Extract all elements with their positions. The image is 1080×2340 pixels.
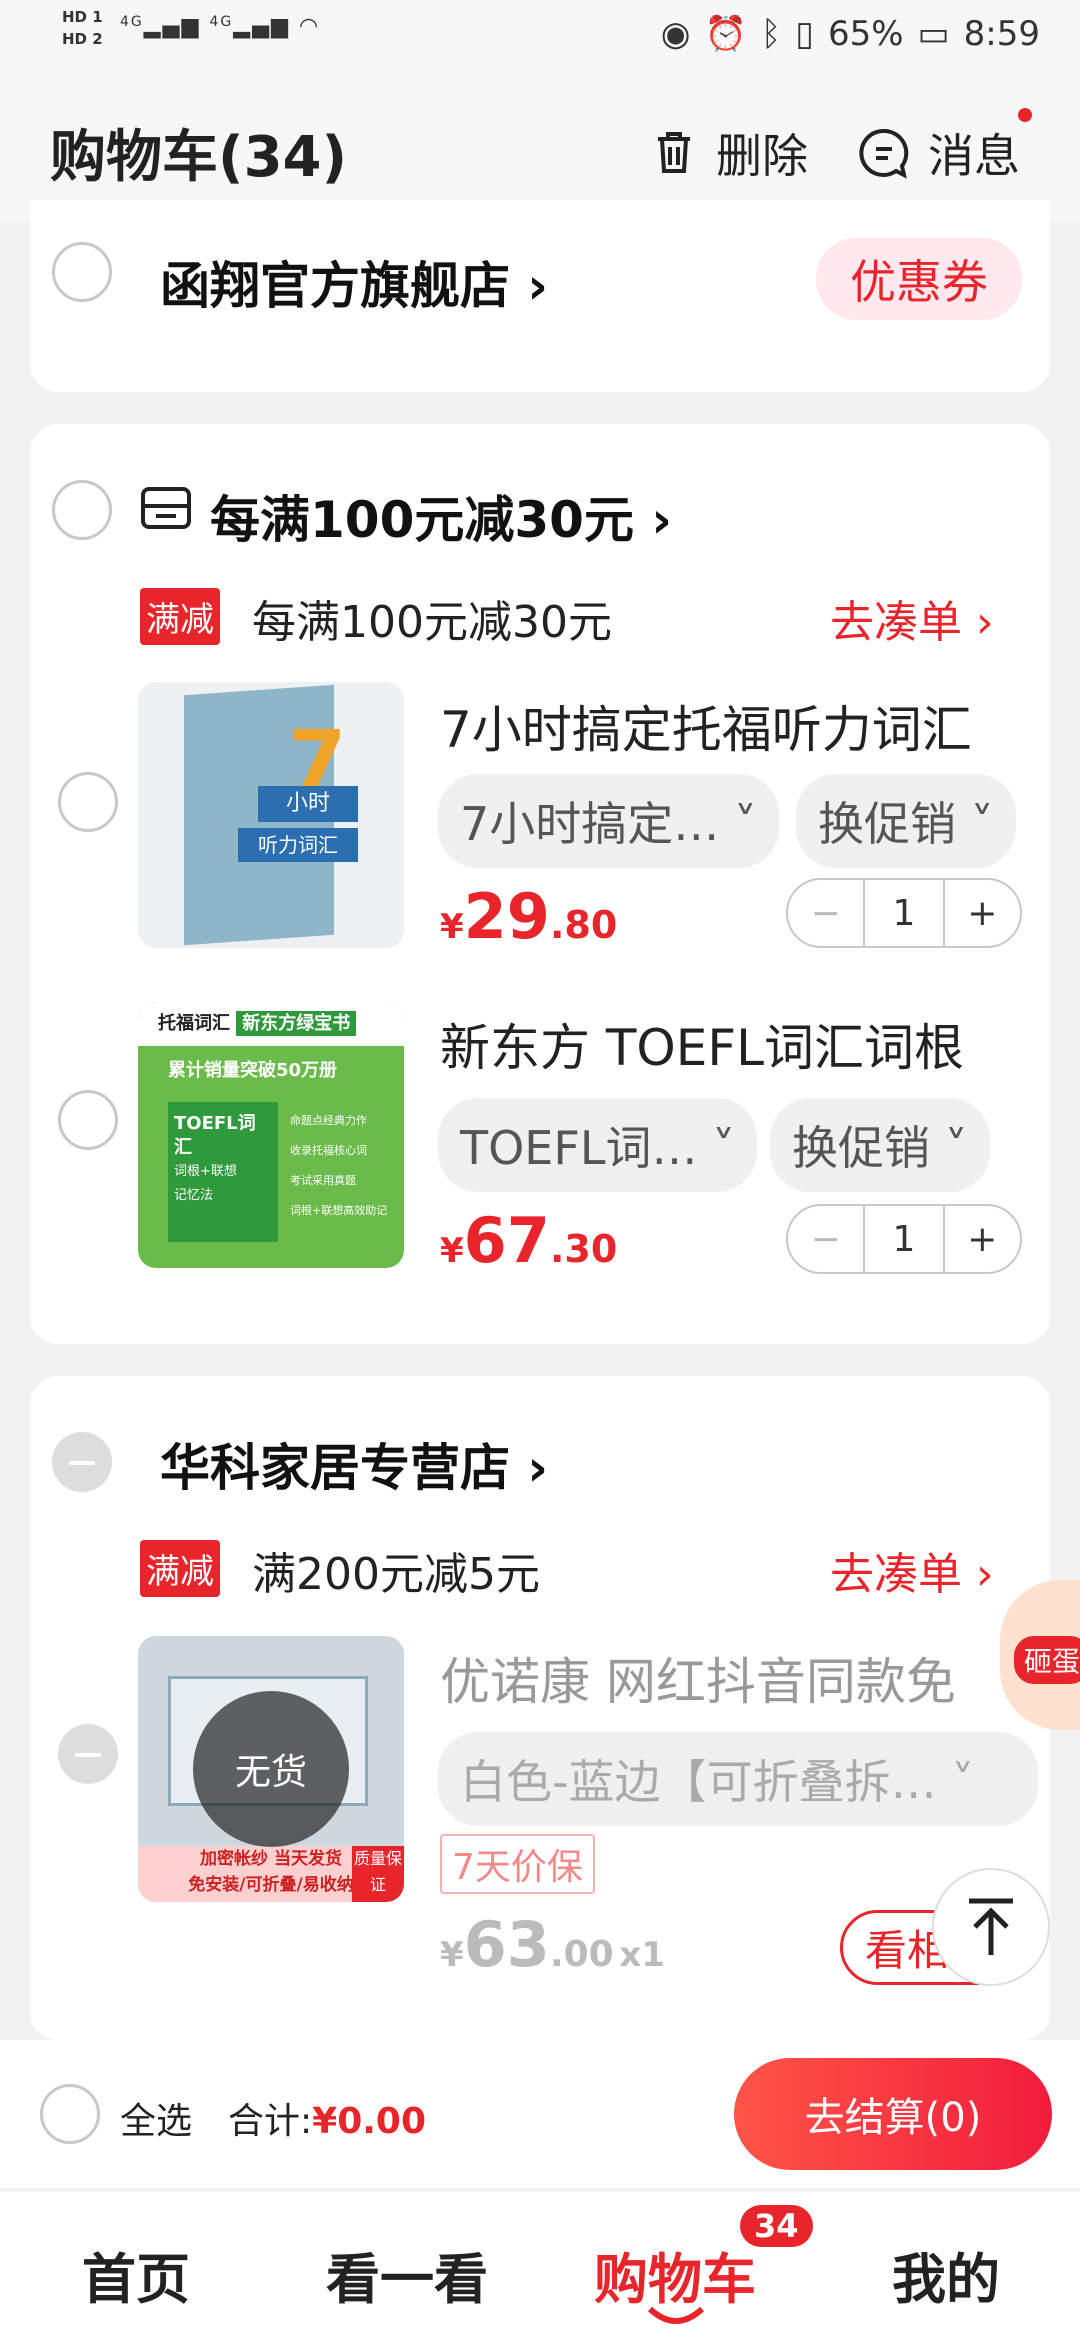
item3-price: ¥63.00 x1 [440,1908,665,1981]
item1-qty-stepper: − 1 + [786,878,1022,948]
battery-icon: ▭ [917,14,950,54]
item3-title[interactable]: 优诺康 网红抖音同款免 [440,1642,1020,1714]
promo-group-card: 每满100元减30元 › 满减 每满100元减30元 去凑单 › 7 小时 听力… [30,424,1050,1344]
status-bar: HD 1 HD 2 4G▂▄▆ 4G▂▄▆ ◠ ◉ ⏰ ᛒ ▯ 65% ▭ 8:5… [0,0,1080,72]
tab-cart[interactable]: 购物车 [594,2235,756,2314]
item2-switch-promo[interactable]: 换促销 ˅ [770,1098,990,1192]
delete-button[interactable]: 删除 [650,120,808,186]
battery-percent: 65% [827,14,904,54]
coupon-button[interactable]: 优惠券 [816,238,1022,320]
qty-value[interactable]: 1 [865,880,942,946]
alarm-icon: ⏰ [704,14,747,54]
vibrate-icon: ▯ [795,14,814,54]
tab-profile[interactable]: 我的 [892,2235,1000,2314]
shop1-name[interactable]: 函翔官方旗舰店 › [160,246,548,318]
item1-title[interactable]: 7小时搞定托福听力词汇 [440,690,1040,762]
shop-card-2: 华科家居专营店 › 满减 满200元减5元 去凑单 › 加密帐纱 当天发货 免安装… [30,1376,1050,2040]
item2-sku-select[interactable]: TOEFL词… ˅ [438,1098,758,1192]
clock: 8:59 [963,14,1040,54]
item3-checkbox-disabled [58,1724,118,1784]
shop2-checkbox-disabled [52,1432,112,1492]
go-add-link[interactable]: 去凑单 › [830,1538,994,1602]
item3-image[interactable]: 加密帐纱 当天发货 免安装/可折叠/易收纳 质量保证 无货 [138,1636,404,1902]
tab-home[interactable]: 首页 [82,2235,190,2314]
bluetooth-icon: ᛒ [760,14,782,54]
item2-title[interactable]: 新东方 TOEFL词汇词根 [440,1008,1040,1080]
total: 合计:¥0.00 [228,2101,427,2142]
item2-price: ¥67.30 [440,1204,618,1277]
item2-image[interactable]: 托福词汇 新东方绿宝书 累计销量突破50万册 TOEFL词汇 词根+联想 记忆法… [138,1002,404,1268]
decrement-button[interactable]: − [788,880,866,946]
cart-count-badge: 34 [740,2205,813,2247]
qty-value[interactable]: 1 [865,1206,942,1272]
promo-text: 每满100元减30元 [252,597,612,648]
tab-discover[interactable]: 看一看 [326,2235,488,2314]
arrow-up-icon [969,1898,1013,1955]
checkout-bar: 全选 合计:¥0.00 去结算(0) [0,2040,1080,2188]
shop2-name[interactable]: 华科家居专营店 › [160,1428,548,1500]
shop-card-1: 函翔官方旗舰店 › 优惠券 [30,200,1050,392]
increment-button[interactable]: + [942,880,1020,946]
go-add-link[interactable]: 去凑单 › [830,586,994,650]
promo-icon [141,487,191,529]
message-button[interactable]: 消息 [858,120,1020,186]
item1-price: ¥29.80 [440,880,618,953]
discount-tag: 满减 [140,588,220,645]
promo-title[interactable]: 每满100元减30元 › [210,480,672,552]
select-all-checkbox[interactable] [40,2084,100,2144]
trash-icon [658,132,690,173]
message-icon [859,128,909,179]
item1-image[interactable]: 7 小时 听力词汇 [138,682,404,948]
notification-dot [1018,108,1032,122]
signal-icon: 4G▂▄▆ 4G▂▄▆ ◠ [120,14,321,39]
increment-button[interactable]: + [942,1206,1020,1272]
eye-icon: ◉ [660,14,691,54]
back-to-top-button[interactable] [932,1868,1050,1986]
promo-text: 满200元减5元 [252,1549,540,1600]
item3-sku-select[interactable]: 白色-蓝边【可折叠拆… ˅ [438,1732,1038,1826]
price-protect-tag: 7天价保 [440,1834,595,1894]
sim-indicator: HD 1 HD 2 [62,8,103,48]
item2-checkbox[interactable] [58,1090,118,1150]
item1-switch-promo[interactable]: 换促销 ˅ [796,774,1016,868]
item1-checkbox[interactable] [58,772,118,832]
select-all-label[interactable]: 全选 [120,2092,192,2144]
tab-bar: 首页 看一看 购物车 34 我的 [0,2190,1080,2340]
group-checkbox[interactable] [52,480,112,540]
discount-tag: 满减 [140,1540,220,1597]
checkout-button[interactable]: 去结算(0) [734,2058,1052,2170]
item1-sku-select[interactable]: 7小时搞定… ˅ [438,774,779,868]
shop1-checkbox[interactable] [52,242,112,302]
item2-qty-stepper: − 1 + [786,1204,1022,1274]
page-title: 购物车(34) [50,125,348,190]
status-right: ◉ ⏰ ᛒ ▯ 65% ▭ 8:59 [661,14,1040,54]
out-of-stock-badge: 无货 [193,1691,349,1847]
decrement-button[interactable]: − [788,1206,866,1272]
active-tab-indicator [647,2306,705,2324]
